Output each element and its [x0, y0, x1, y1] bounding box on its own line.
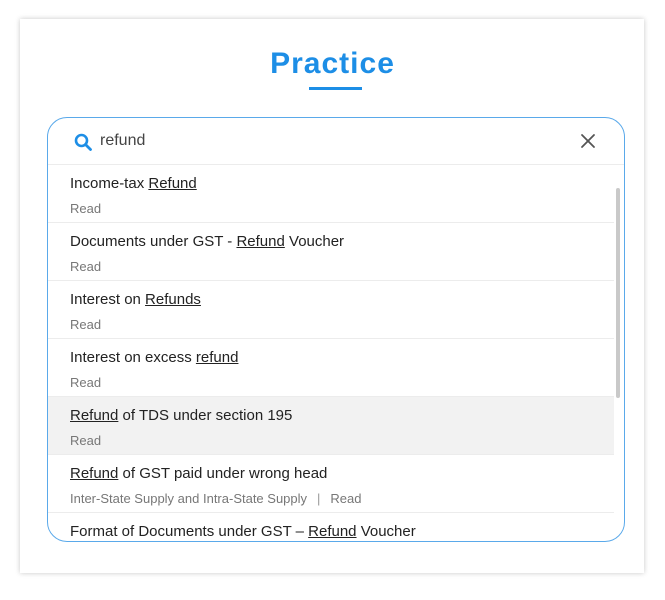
close-icon[interactable] [579, 132, 597, 150]
result-title: Income-tax Refund [70, 175, 197, 192]
read-label: Read [70, 259, 102, 274]
search-icon [74, 133, 92, 151]
result-meta: Read [70, 201, 101, 216]
read-label: Read [70, 375, 102, 390]
result-item[interactable]: Interest on excess refund Read [48, 339, 614, 397]
match-highlight: Refund [70, 407, 119, 424]
meta-separator: | [317, 491, 321, 506]
result-title: Refund of GST paid under wrong head [70, 465, 328, 482]
read-label: Read [330, 491, 362, 506]
result-meta: Read [70, 259, 101, 274]
result-meta: Read [70, 317, 101, 332]
result-title: Interest on excess refund [70, 349, 239, 366]
match-highlight: Refund [308, 523, 357, 540]
category-label: Inter-State Supply and Intra-State Suppl… [70, 491, 308, 506]
result-meta: Read [70, 433, 101, 448]
result-item[interactable]: Income-tax Refund Read [48, 165, 614, 223]
result-title: Documents under GST - Refund Voucher [70, 233, 345, 250]
scrollbar-thumb[interactable] [616, 188, 620, 398]
result-title: Refund of TDS under section 195 [70, 407, 293, 424]
results-list: Income-tax Refund Read Documents under G… [48, 165, 614, 541]
result-item-active[interactable]: Refund of TDS under section 195 Read [48, 397, 614, 455]
result-title: Interest on Refunds [70, 291, 201, 308]
result-meta: Inter-State Supply and Intra-State Suppl… [70, 491, 362, 506]
page-title: Practice [270, 47, 395, 80]
read-label: Read [70, 317, 102, 332]
title-underline [309, 87, 362, 90]
result-meta: Read [70, 375, 101, 390]
read-label: Read [70, 433, 102, 448]
match-highlight: Refund [148, 175, 197, 192]
result-item[interactable]: Format of Documents under GST – Refund V… [48, 513, 614, 541]
search-input[interactable] [100, 130, 500, 152]
match-highlight: Refunds [145, 291, 201, 308]
scrollbar[interactable] [616, 165, 622, 541]
result-title: Format of Documents under GST – Refund V… [70, 523, 416, 540]
search-bar [48, 118, 624, 165]
match-highlight: Refund [70, 465, 119, 482]
search-panel: Income-tax Refund Read Documents under G… [47, 117, 625, 542]
match-highlight: refund [195, 349, 239, 366]
result-item[interactable]: Refund of GST paid under wrong head Inte… [48, 455, 614, 513]
result-item[interactable]: Interest on Refunds Read [48, 281, 614, 339]
match-highlight: Refund [236, 233, 285, 250]
result-item[interactable]: Documents under GST - Refund Voucher Rea… [48, 223, 614, 281]
read-label: Read [70, 201, 102, 216]
